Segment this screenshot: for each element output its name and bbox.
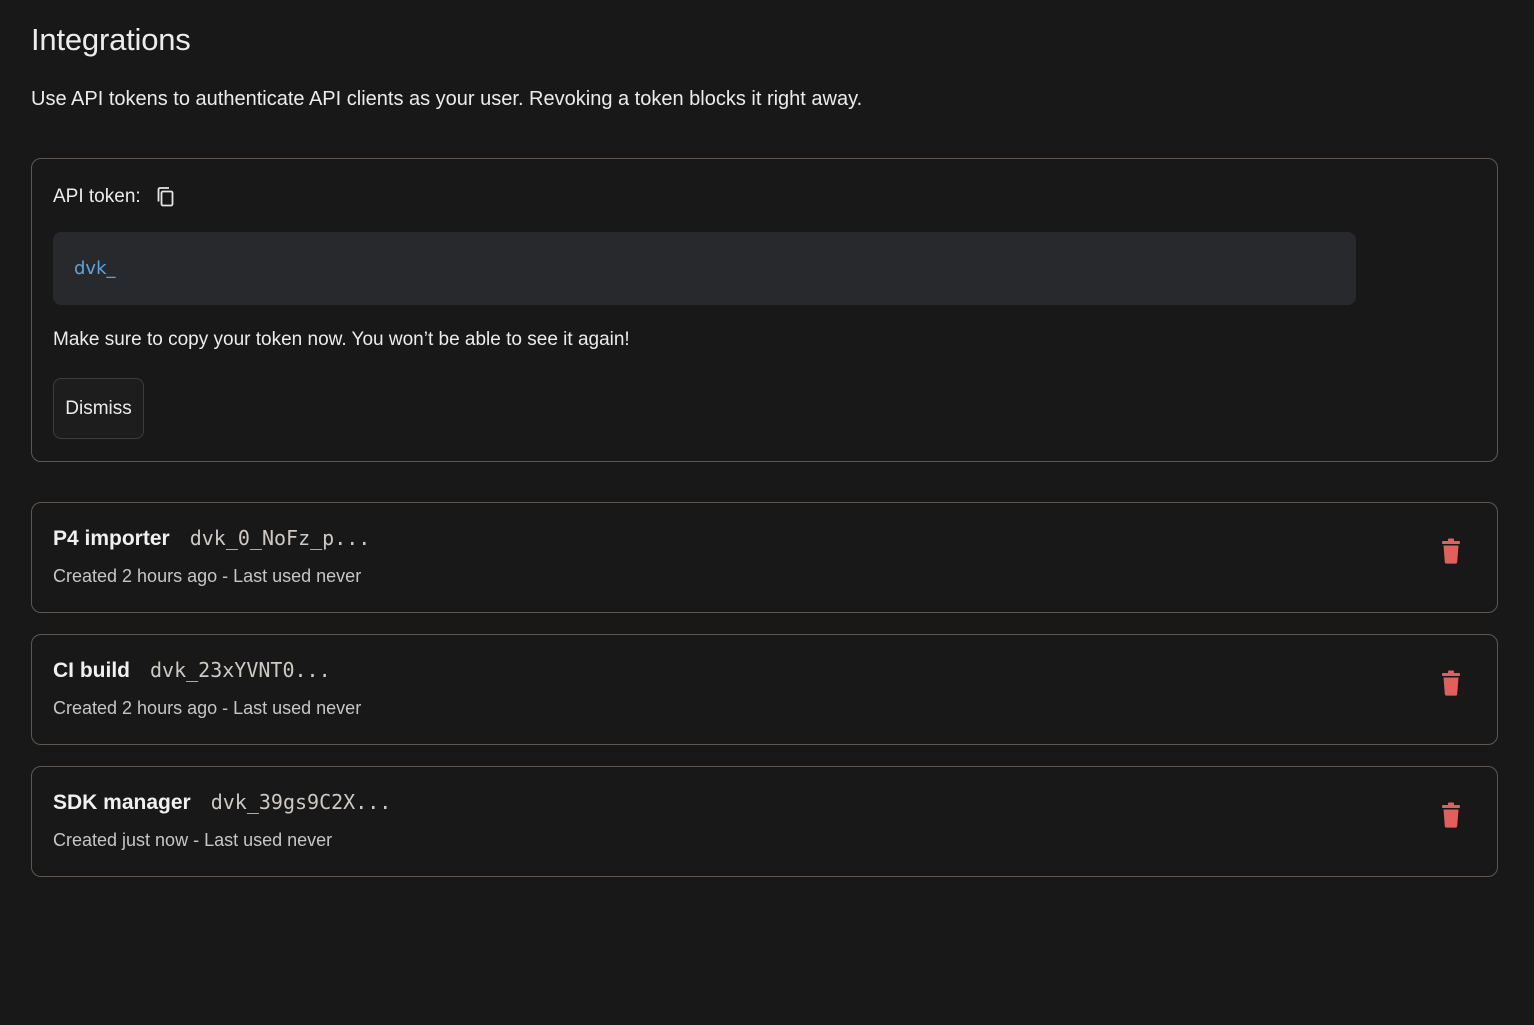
token-meta: Created just now - Last used never bbox=[53, 830, 333, 850]
trash-icon[interactable] bbox=[1439, 668, 1463, 698]
copy-icon[interactable] bbox=[155, 185, 177, 209]
token-row-head: CI build dvk_23xYVNT0... bbox=[53, 658, 331, 683]
token-row-head: SDK manager dvk_39gs9C2X... bbox=[53, 790, 391, 815]
dismiss-button[interactable]: Dismiss bbox=[53, 378, 144, 439]
page-description: Use API tokens to authenticate API clien… bbox=[31, 88, 863, 110]
page-title: Integrations bbox=[31, 22, 191, 57]
token-meta: Created 2 hours ago - Last used never bbox=[53, 698, 362, 718]
token-row: CI build dvk_23xYVNT0... Created 2 hours… bbox=[31, 634, 1498, 745]
token-name: SDK manager bbox=[53, 791, 191, 814]
token-name: CI build bbox=[53, 659, 130, 682]
token-row: P4 importer dvk_0_NoFz_p... Created 2 ho… bbox=[31, 502, 1498, 613]
trash-icon[interactable] bbox=[1439, 800, 1463, 830]
api-token-value: dvk_ bbox=[74, 258, 116, 279]
token-prefix: dvk_0_NoFz_p... bbox=[189, 526, 371, 550]
copy-warning: Make sure to copy your token now. You wo… bbox=[53, 329, 630, 350]
token-name: P4 importer bbox=[53, 527, 170, 550]
trash-icon[interactable] bbox=[1439, 536, 1463, 566]
token-prefix: dvk_39gs9C2X... bbox=[210, 790, 392, 814]
token-meta: Created 2 hours ago - Last used never bbox=[53, 566, 362, 586]
token-prefix: dvk_23xYVNT0... bbox=[150, 658, 331, 682]
token-row-head: P4 importer dvk_0_NoFz_p... bbox=[53, 526, 370, 551]
api-token-field[interactable]: dvk_ bbox=[53, 232, 1356, 305]
token-row: SDK manager dvk_39gs9C2X... Created just… bbox=[31, 766, 1498, 877]
token-label-row: API token: bbox=[53, 185, 177, 209]
new-token-panel: API token: dvk_ Make sure to copy your t… bbox=[31, 158, 1498, 462]
api-token-label: API token: bbox=[53, 186, 141, 207]
